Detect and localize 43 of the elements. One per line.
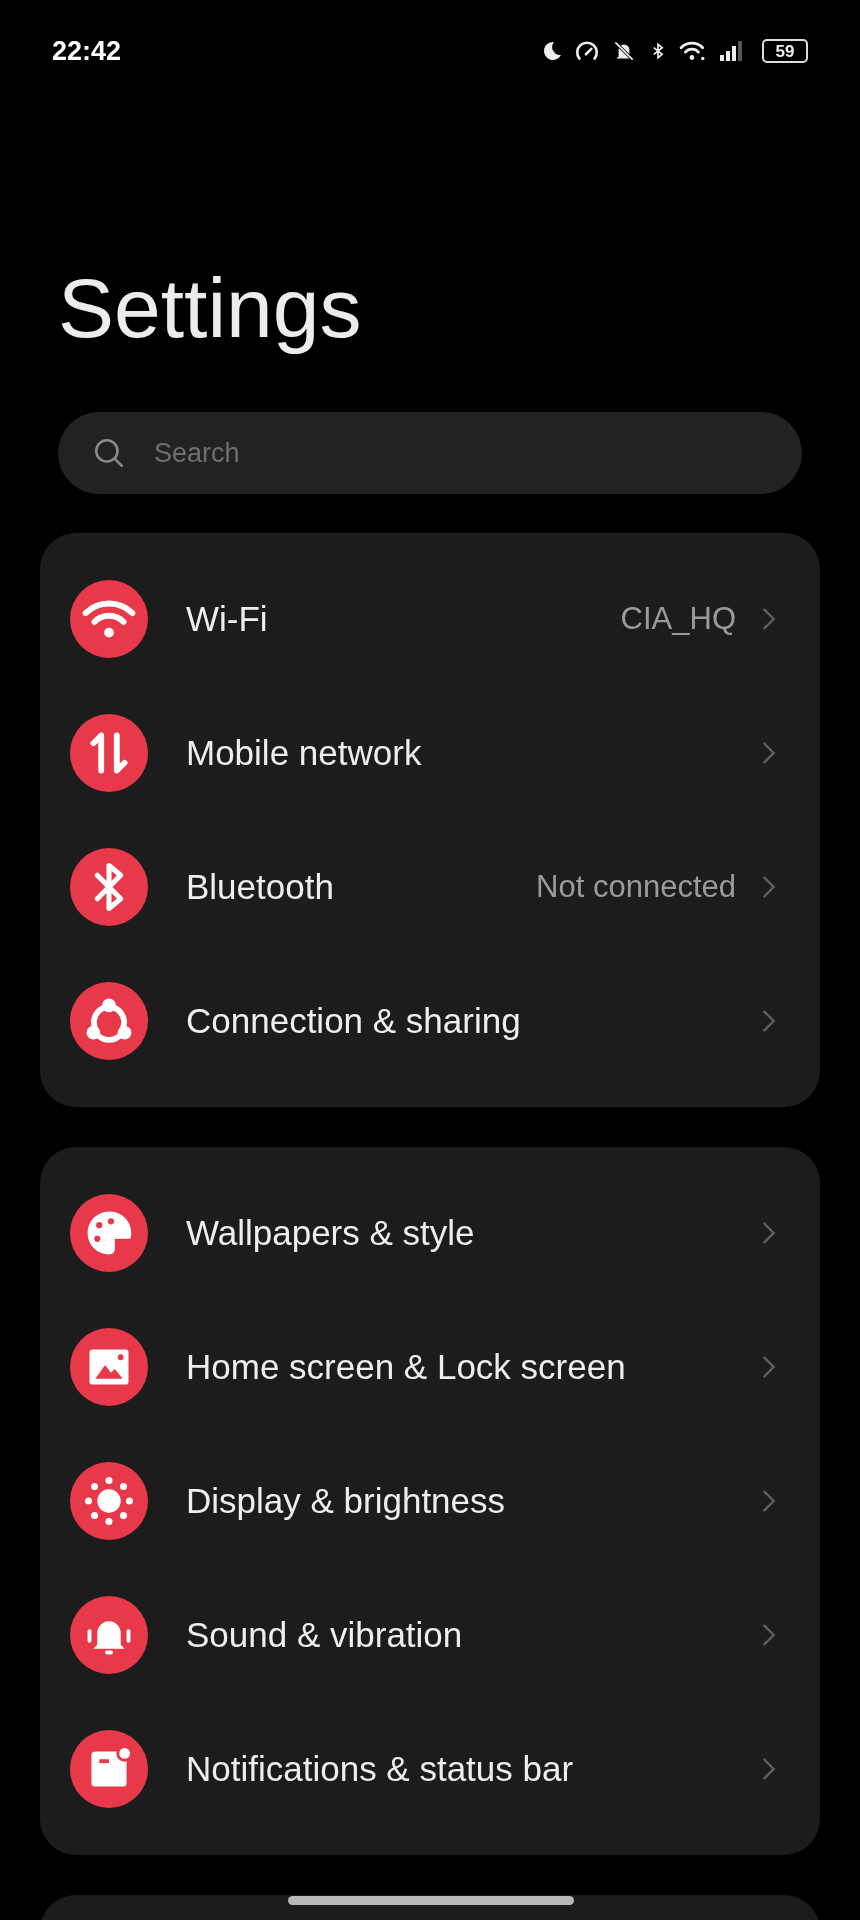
home-indicator[interactable] bbox=[288, 1896, 574, 1905]
search-icon bbox=[92, 436, 126, 470]
bluetooth-icon bbox=[70, 848, 148, 926]
bell-icon bbox=[70, 1596, 148, 1674]
chevron-right-icon bbox=[762, 1489, 776, 1513]
row-label: Wi-Fi bbox=[186, 597, 268, 640]
settings-row[interactable]: Wi-Fi CIA_HQ bbox=[40, 552, 820, 686]
row-label: Home screen & Lock screen bbox=[186, 1345, 626, 1388]
chevron-right-icon bbox=[762, 741, 776, 765]
signal-bars-icon bbox=[718, 39, 744, 63]
chevron-right-icon bbox=[762, 1221, 776, 1245]
battery-indicator: 59 bbox=[762, 39, 808, 63]
row-value: Not connected bbox=[536, 867, 736, 906]
settings-row[interactable]: Sound & vibration bbox=[40, 1568, 820, 1702]
row-label: Connection & sharing bbox=[186, 999, 521, 1042]
settings-row[interactable]: Display & brightness bbox=[40, 1434, 820, 1568]
settings-row[interactable]: Bluetooth Not connected bbox=[40, 820, 820, 954]
palette-icon bbox=[70, 1194, 148, 1272]
chevron-right-icon bbox=[762, 1623, 776, 1647]
settings-row[interactable]: Wallpapers & style bbox=[40, 1166, 820, 1300]
settings-row[interactable]: Connection & sharing bbox=[40, 954, 820, 1088]
settings-row[interactable]: Mobile network bbox=[40, 686, 820, 820]
chevron-right-icon bbox=[762, 1355, 776, 1379]
row-label: Display & brightness bbox=[186, 1479, 506, 1522]
sun-icon bbox=[70, 1462, 148, 1540]
row-label: Mobile network bbox=[186, 731, 422, 774]
wifi-icon bbox=[70, 580, 148, 658]
chevron-right-icon bbox=[762, 875, 776, 899]
row-label: Notifications & status bar bbox=[186, 1747, 574, 1790]
image-icon bbox=[70, 1328, 148, 1406]
chevron-right-icon bbox=[762, 607, 776, 631]
settings-row[interactable]: Notifications & status bar bbox=[40, 1702, 820, 1836]
row-value: CIA_HQ bbox=[620, 599, 736, 638]
row-label: Bluetooth bbox=[186, 865, 334, 908]
search-field[interactable]: Search bbox=[58, 412, 802, 494]
chevron-right-icon bbox=[762, 1009, 776, 1033]
row-label: Wallpapers & style bbox=[186, 1211, 475, 1254]
settings-row[interactable]: Home screen & Lock screen bbox=[40, 1300, 820, 1434]
up-down-arrows-icon bbox=[70, 714, 148, 792]
chevron-right-icon bbox=[762, 1757, 776, 1781]
row-label: Sound & vibration bbox=[186, 1613, 463, 1656]
status-time: 22:42 bbox=[52, 34, 122, 68]
share-circle-icon bbox=[70, 982, 148, 1060]
